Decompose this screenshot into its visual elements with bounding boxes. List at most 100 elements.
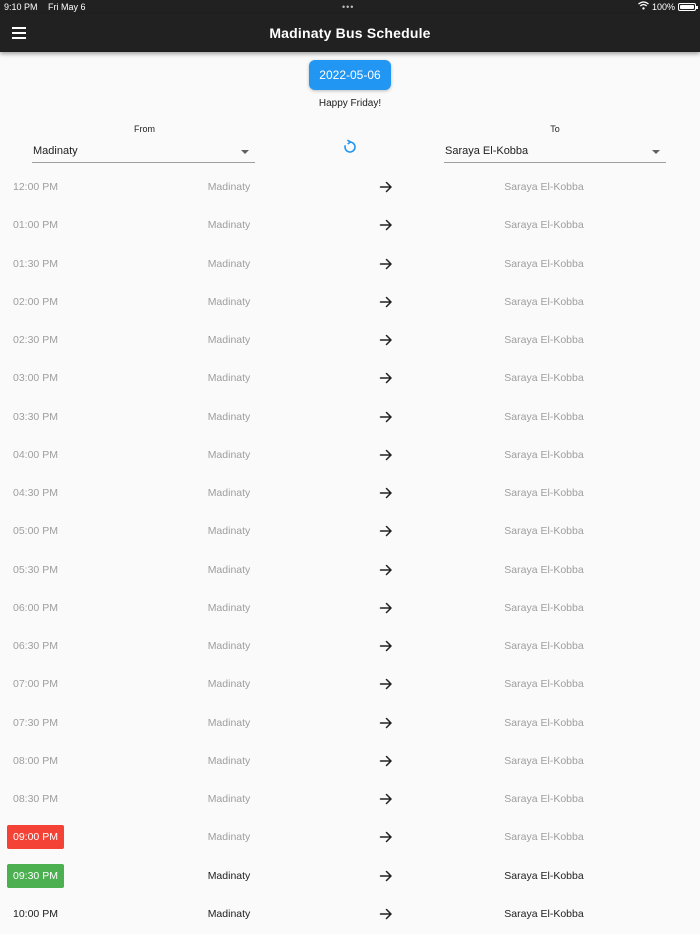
departure-time: 04:00 PM: [13, 448, 58, 461]
to-dropdown[interactable]: Saraya El-Kobba: [444, 141, 666, 163]
departure-time: 02:00 PM: [13, 295, 58, 308]
multitasking-dots[interactable]: •••: [342, 0, 354, 14]
schedule-row[interactable]: 09:00 PM Madinaty Saraya El-Kobba: [0, 818, 700, 856]
arrow-right-icon: [379, 486, 393, 500]
page-title: Madinaty Bus Schedule: [269, 25, 431, 41]
refresh-icon[interactable]: [342, 139, 358, 155]
origin-stop: Madinaty: [207, 640, 251, 652]
destination-stop: Saraya El-Kobba: [504, 334, 584, 346]
departure-time: 01:00 PM: [13, 219, 58, 232]
destination-stop: Saraya El-Kobba: [504, 295, 584, 308]
departure-time: 08:30 PM: [13, 793, 58, 805]
destination-stop: Saraya El-Kobba: [504, 678, 584, 691]
destination-stop: Saraya El-Kobba: [504, 716, 584, 729]
schedule-row[interactable]: 10:00 PM Madinaty Saraya El-Kobba: [0, 895, 700, 933]
origin-stop: Madinaty: [207, 563, 251, 576]
schedule-row[interactable]: 02:30 PM Madinaty Saraya El-Kobba: [0, 321, 700, 359]
destination-stop: Saraya El-Kobba: [504, 907, 584, 920]
schedule-row[interactable]: 12:00 PM Madinaty Saraya El-Kobba: [0, 168, 700, 206]
schedule-row[interactable]: 03:30 PM Madinaty Saraya El-Kobba: [0, 398, 700, 436]
schedule-row[interactable]: 06:00 PM Madinaty Saraya El-Kobba: [0, 589, 700, 627]
destination-stop: Saraya El-Kobba: [504, 754, 584, 767]
schedule-row[interactable]: 07:00 PM Madinaty Saraya El-Kobba: [0, 665, 700, 703]
departure-time: 07:00 PM: [13, 678, 58, 691]
arrow-right-icon: [379, 754, 393, 768]
from-dropdown[interactable]: Madinaty: [32, 141, 255, 163]
destination-stop: Saraya El-Kobba: [504, 257, 584, 270]
origin-stop: Madinaty: [207, 716, 251, 729]
arrow-right-icon: [379, 333, 393, 347]
destination-stop: Saraya El-Kobba: [504, 487, 584, 499]
battery-percent: 100%: [651, 2, 675, 12]
arrow-right-icon: [379, 524, 393, 538]
departure-time: 09:30 PM: [7, 863, 64, 888]
arrow-right-icon: [379, 907, 393, 921]
origin-stop: Madinaty: [207, 831, 251, 844]
departure-time: 04:30 PM: [13, 487, 58, 499]
status-date: Fri May 6: [48, 2, 86, 12]
greeting-text: Happy Friday!: [318, 98, 382, 109]
schedule-row[interactable]: 02:00 PM Madinaty Saraya El-Kobba: [0, 283, 700, 321]
origin-stop: Madinaty: [207, 487, 251, 499]
origin-stop: Madinaty: [207, 525, 251, 538]
arrow-right-icon: [379, 410, 393, 424]
status-bar: 9:10 PM Fri May 6 ••• 100%: [0, 0, 700, 14]
origin-stop: Madinaty: [207, 907, 251, 920]
status-time: 9:10 PM: [4, 2, 38, 12]
schedule-row[interactable]: 06:30 PM Madinaty Saraya El-Kobba: [0, 627, 700, 665]
departure-time: 07:30 PM: [13, 716, 58, 729]
arrow-right-icon: [379, 257, 393, 271]
destination-stop: Saraya El-Kobba: [504, 869, 584, 882]
departure-time: 09:00 PM: [7, 825, 64, 850]
destination-stop: Saraya El-Kobba: [504, 793, 584, 805]
date-picker-button[interactable]: 2022-05-06: [309, 60, 391, 90]
arrow-right-icon: [379, 563, 393, 577]
arrow-right-icon: [379, 371, 393, 385]
from-label: From: [134, 124, 155, 134]
departure-time: 03:30 PM: [13, 410, 58, 423]
destination-stop: Saraya El-Kobba: [504, 831, 584, 844]
departure-time: 05:00 PM: [13, 525, 58, 538]
destination-stop: Saraya El-Kobba: [504, 448, 584, 461]
destination-stop: Saraya El-Kobba: [504, 640, 584, 652]
origin-stop: Madinaty: [207, 678, 251, 691]
schedule-list: 12:00 PM Madinaty Saraya El-Kobba 01:00 PM M…: [0, 168, 700, 933]
schedule-row[interactable]: 05:30 PM Madinaty Saraya El-Kobba: [0, 551, 700, 589]
schedule-row[interactable]: 03:00 PM Madinaty Saraya El-Kobba: [0, 359, 700, 397]
schedule-row[interactable]: 04:00 PM Madinaty Saraya El-Kobba: [0, 436, 700, 474]
menu-icon[interactable]: [12, 27, 26, 39]
schedule-row[interactable]: 07:30 PM Madinaty Saraya El-Kobba: [0, 704, 700, 742]
arrow-right-icon: [379, 716, 393, 730]
to-label: To: [550, 124, 560, 134]
destination-stop: Saraya El-Kobba: [504, 372, 584, 385]
arrow-right-icon: [379, 295, 393, 309]
origin-stop: Madinaty: [207, 372, 251, 385]
departure-time: 06:00 PM: [13, 601, 58, 614]
schedule-row[interactable]: 05:00 PM Madinaty Saraya El-Kobba: [0, 512, 700, 550]
arrow-right-icon: [379, 601, 393, 615]
origin-stop: Madinaty: [207, 295, 251, 308]
departure-time: 12:00 PM: [13, 181, 58, 193]
schedule-row[interactable]: 01:00 PM Madinaty Saraya El-Kobba: [0, 206, 700, 244]
app-bar: Madinaty Bus Schedule: [0, 14, 700, 52]
destination-stop: Saraya El-Kobba: [504, 219, 584, 232]
departure-time: 10:00 PM: [13, 907, 58, 920]
schedule-row[interactable]: 08:30 PM Madinaty Saraya El-Kobba: [0, 780, 700, 818]
schedule-row[interactable]: 08:00 PM Madinaty Saraya El-Kobba: [0, 742, 700, 780]
departure-time: 02:30 PM: [13, 334, 58, 346]
battery-icon: [678, 3, 698, 11]
destination-stop: Saraya El-Kobba: [504, 525, 584, 538]
arrow-right-icon: [379, 448, 393, 462]
origin-stop: Madinaty: [207, 754, 251, 767]
schedule-row[interactable]: 04:30 PM Madinaty Saraya El-Kobba: [0, 474, 700, 512]
origin-stop: Madinaty: [207, 869, 251, 882]
destination-stop: Saraya El-Kobba: [504, 181, 584, 193]
schedule-row[interactable]: 01:30 PM Madinaty Saraya El-Kobba: [0, 245, 700, 283]
departure-time: 06:30 PM: [13, 640, 58, 652]
arrow-right-icon: [379, 830, 393, 844]
origin-stop: Madinaty: [207, 601, 251, 614]
schedule-row[interactable]: 09:30 PM Madinaty Saraya El-Kobba: [0, 857, 700, 895]
destination-stop: Saraya El-Kobba: [504, 410, 584, 423]
arrow-right-icon: [379, 180, 393, 194]
departure-time: 01:30 PM: [13, 257, 58, 270]
